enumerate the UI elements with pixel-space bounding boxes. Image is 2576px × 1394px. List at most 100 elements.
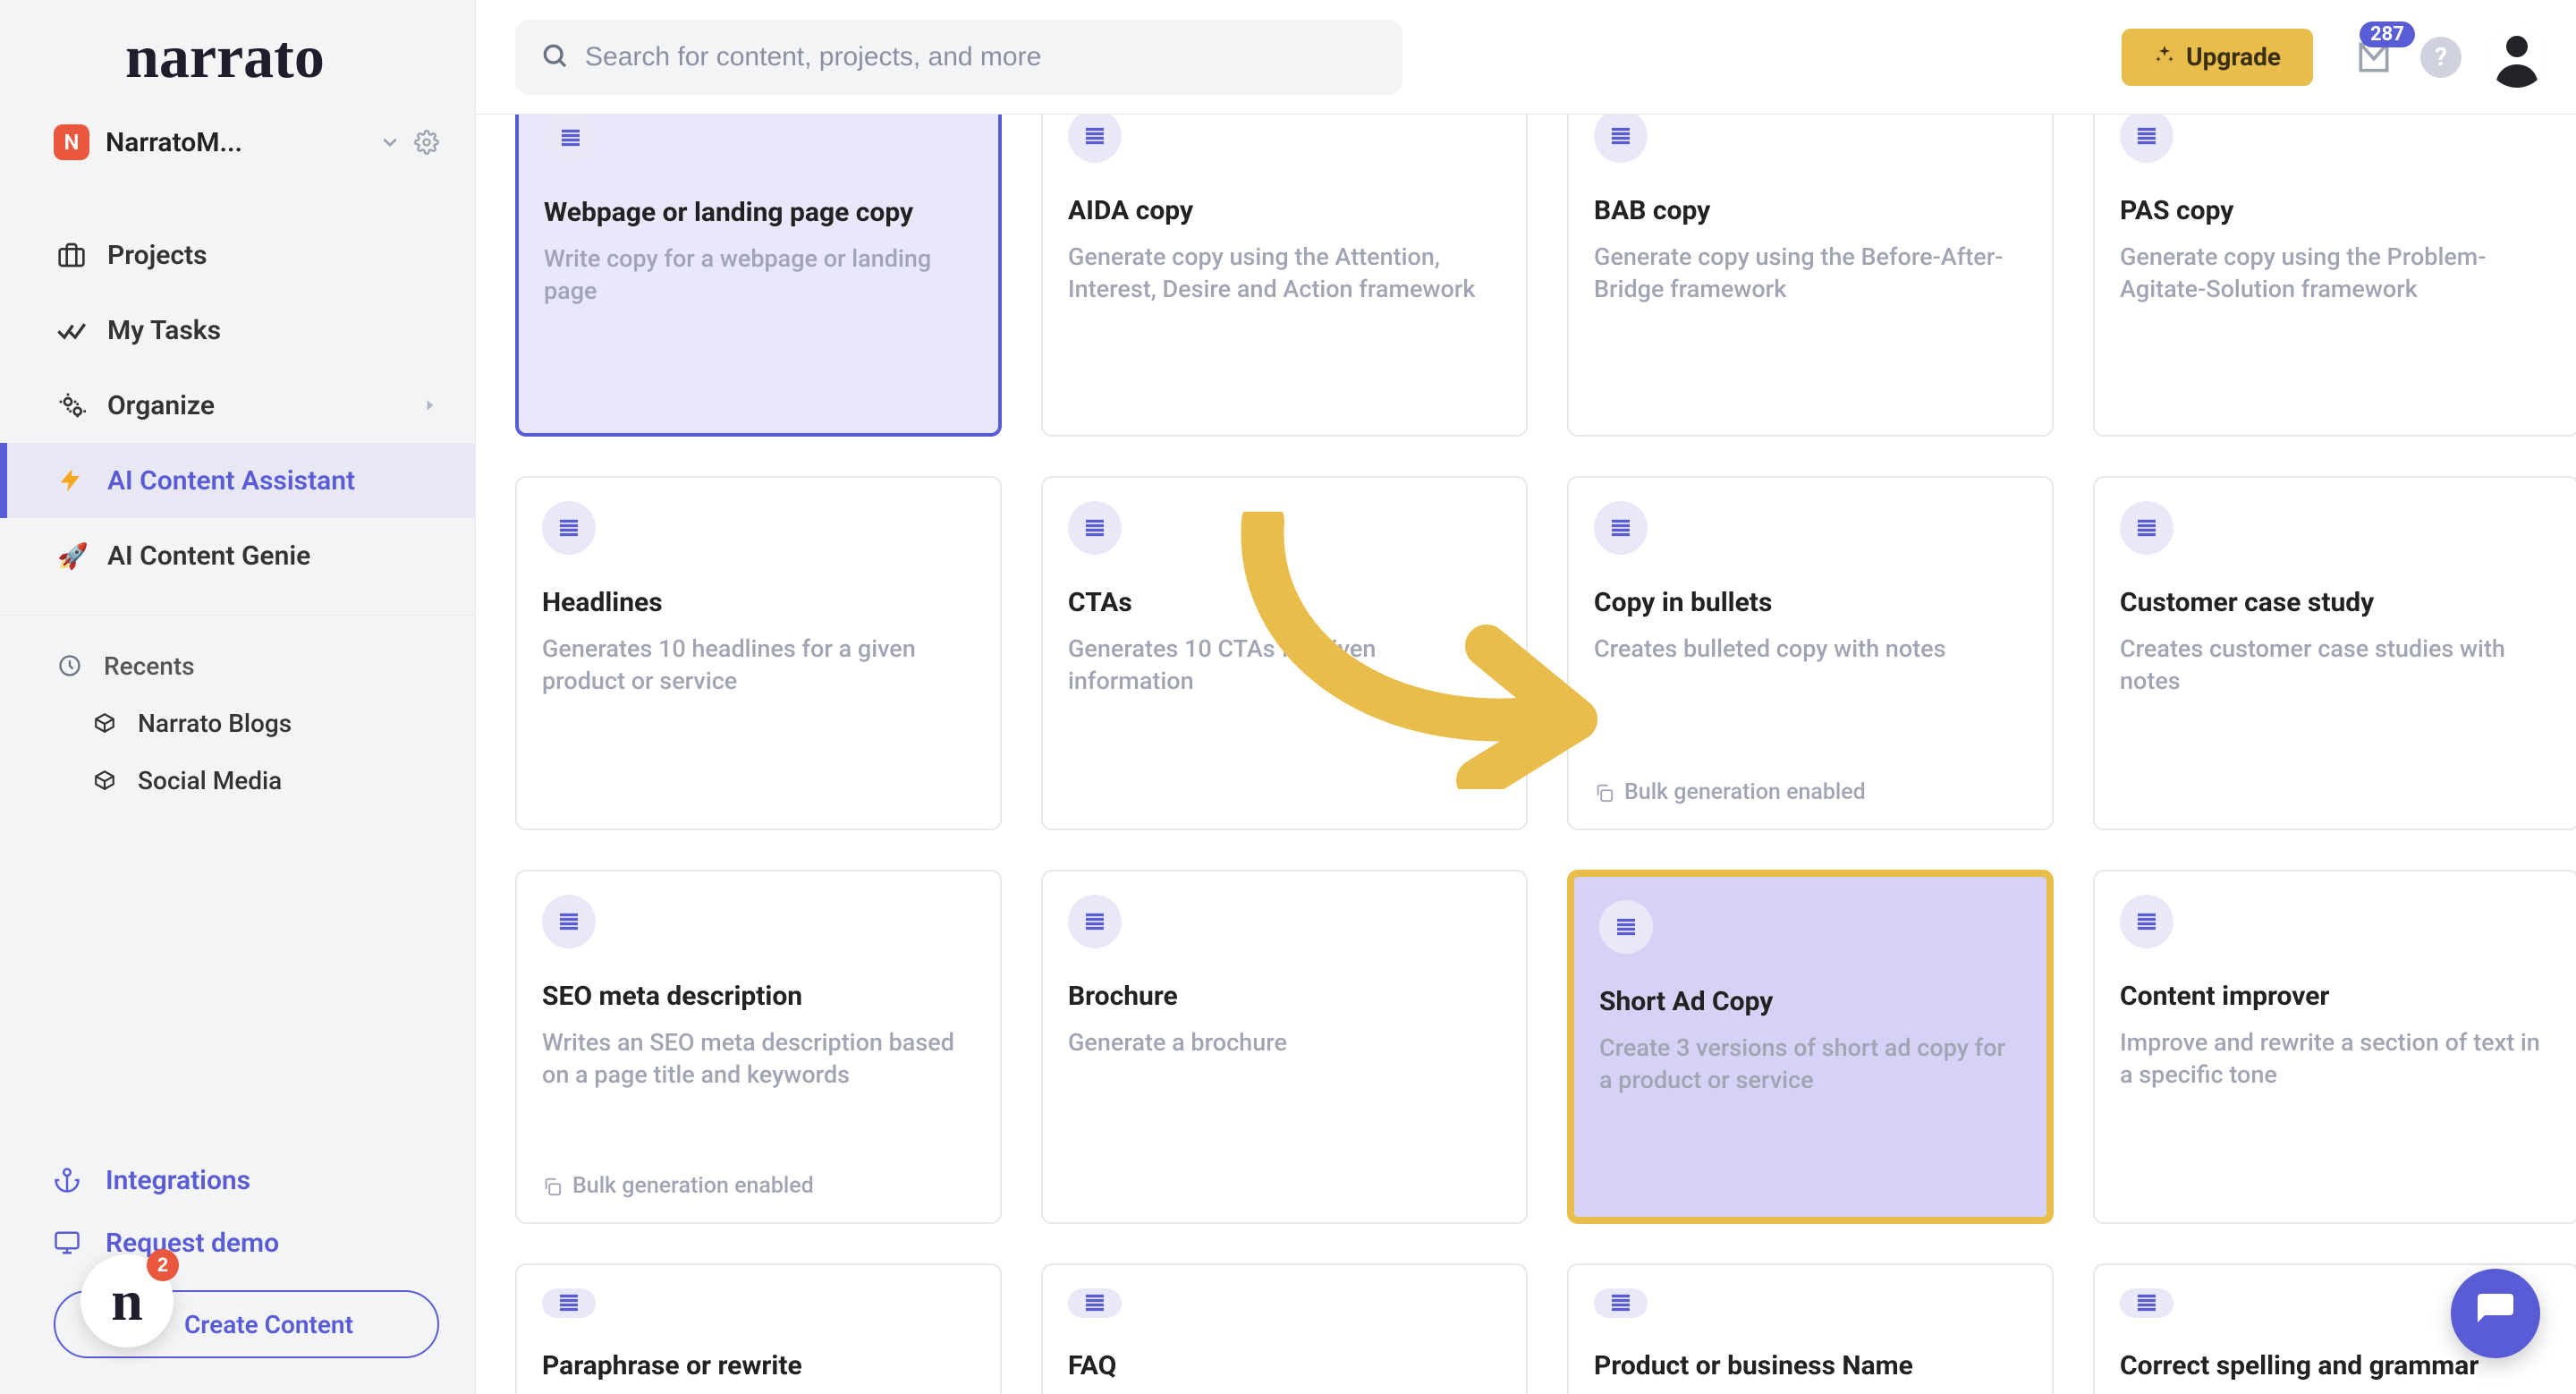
sidebar: narrato N NarratoM... Projects	[0, 0, 476, 1394]
inbox-count-badge: 287	[2360, 21, 2415, 47]
help-button[interactable]: ?	[2420, 37, 2462, 78]
chevron-down-icon[interactable]	[378, 131, 402, 154]
inbox-button[interactable]: 287	[2349, 32, 2399, 82]
workspace-badge: N	[54, 124, 89, 160]
cube-icon	[93, 711, 129, 735]
recents-header: Recents	[0, 637, 475, 694]
rocket-icon: 🚀	[57, 541, 97, 571]
sidebar-item-mytasks[interactable]: My Tasks	[0, 293, 475, 368]
document-icon	[1599, 900, 1653, 954]
chevron-right-icon	[421, 390, 439, 421]
document-icon	[1594, 501, 1648, 555]
briefcase-icon	[57, 241, 97, 269]
sidebar-item-organize[interactable]: Organize	[0, 368, 475, 443]
template-card[interactable]: Webpage or landing page copy Write copy f…	[515, 115, 1002, 437]
document-icon	[1594, 115, 1648, 163]
upgrade-button[interactable]: Upgrade	[2122, 29, 2313, 86]
clock-icon	[57, 653, 97, 678]
card-description: Generates 10 CTAs for given information	[1068, 633, 1501, 698]
monitor-icon	[54, 1229, 93, 1256]
brand-bubble[interactable]: n 2	[80, 1254, 174, 1347]
recent-item[interactable]: Narrato Blogs	[0, 694, 475, 752]
template-card[interactable]: Product or business NameGenerate 10 name…	[1567, 1263, 2054, 1394]
card-description: Generate a brochure	[1068, 1026, 1501, 1058]
card-title: Webpage or landing page copy	[544, 197, 973, 228]
sidebar-item-label: Organize	[107, 390, 215, 421]
card-title: Brochure	[1068, 981, 1501, 1012]
help-label: ?	[2435, 42, 2447, 72]
template-card[interactable]: Brochure Generate a brochure	[1041, 870, 1528, 1224]
brand-bubble-letter: n	[111, 1268, 143, 1334]
document-icon	[542, 1288, 596, 1318]
card-description: Create 3 versions of short ad copy for a…	[1599, 1032, 2021, 1097]
template-card[interactable]: AIDA copy Generate copy using the Attenti…	[1041, 115, 1528, 437]
sidebar-item-projects[interactable]: Projects	[0, 217, 475, 293]
recent-item[interactable]: Social Media	[0, 752, 475, 809]
template-card[interactable]: HeadlinesGenerates 10 headlines for a gi…	[515, 476, 1002, 830]
card-title: SEO meta description	[542, 981, 975, 1012]
recent-item-label: Social Media	[138, 766, 282, 795]
template-card[interactable]: Short Ad Copy Create 3 versions of short …	[1567, 870, 2054, 1224]
search-box[interactable]	[515, 20, 1402, 95]
card-title: Paraphrase or rewrite	[542, 1350, 975, 1381]
template-card[interactable]: CTAsGenerates 10 CTAs for given informat…	[1041, 476, 1528, 830]
card-title: Copy in bullets	[1594, 587, 2027, 618]
sidebar-item-label: Projects	[107, 240, 208, 271]
sidebar-item-label: AI Content Genie	[107, 540, 310, 572]
document-icon	[2120, 895, 2174, 948]
sparkle-icon	[2154, 42, 2175, 72]
avatar[interactable]	[2487, 27, 2547, 88]
card-description: Generate copy using the Problem-Agitate-…	[2120, 241, 2553, 306]
card-description: Writes an SEO meta description based on …	[542, 1026, 975, 1092]
card-title: Short Ad Copy	[1599, 986, 2021, 1017]
template-card[interactable]: Copy in bulletsCreates bulleted copy wit…	[1567, 476, 2054, 830]
sidebar-item-ai-genie[interactable]: 🚀 AI Content Genie	[0, 518, 475, 593]
template-card[interactable]: Content improver Improve and rewrite a se…	[2093, 870, 2576, 1224]
template-card[interactable]: FAQGenerates FAQs for a topic	[1041, 1263, 1528, 1394]
template-card[interactable]: Customer case studyCreates customer case…	[2093, 476, 2576, 830]
card-title: AIDA copy	[1068, 195, 1501, 226]
template-card[interactable]: BAB copyGenerate copy using the Before-A…	[1567, 115, 2054, 437]
workspace-name: NarratoM...	[106, 127, 378, 158]
chat-fab[interactable]	[2451, 1269, 2540, 1358]
card-description: Write copy for a webpage or landing page	[544, 242, 973, 308]
check-icon	[57, 316, 97, 344]
integrations-link[interactable]: Integrations	[54, 1149, 439, 1211]
document-icon	[1068, 115, 1122, 163]
document-icon	[1068, 1288, 1122, 1318]
search-icon	[540, 41, 569, 73]
link-label: Integrations	[106, 1165, 250, 1196]
document-icon	[542, 501, 596, 555]
template-grid: Webpage or landing page copy Write copy f…	[515, 115, 2537, 1394]
card-title: Content improver	[2120, 981, 2553, 1012]
sidebar-nav: Projects My Tasks Organize	[0, 182, 475, 593]
card-title: BAB copy	[1594, 195, 2027, 226]
document-icon	[1594, 1288, 1648, 1318]
search-input[interactable]	[585, 42, 1377, 72]
document-icon	[2120, 115, 2174, 163]
bulk-indicator: Bulk generation enabled	[1594, 779, 2027, 805]
card-description: Generate copy using the Attention, Inter…	[1068, 241, 1501, 306]
card-title: Product or business Name	[1594, 1350, 2027, 1381]
copy-icon	[1594, 783, 1614, 803]
document-icon	[1068, 501, 1122, 555]
gear-icon[interactable]	[414, 130, 439, 155]
gears-icon	[57, 391, 97, 420]
template-card[interactable]: SEO meta description Writes an SEO meta d…	[515, 870, 1002, 1224]
chat-icon	[2474, 1290, 2517, 1337]
copy-icon	[542, 1177, 562, 1196]
template-card[interactable]: PAS copyGenerate copy using the Problem-…	[2093, 115, 2576, 437]
card-description: Improve and rewrite a section of text in…	[2120, 1026, 2553, 1092]
notification-badge: 2	[147, 1249, 179, 1281]
document-icon	[2120, 501, 2174, 555]
card-description: Generates 10 headlines for a given produ…	[542, 633, 975, 698]
sidebar-item-ai-assistant[interactable]: AI Content Assistant	[0, 443, 475, 518]
upgrade-label: Upgrade	[2186, 42, 2281, 72]
recents-label: Recents	[104, 651, 195, 681]
workspace-switcher[interactable]: N NarratoM...	[0, 103, 475, 182]
card-title: FAQ	[1068, 1350, 1501, 1381]
document-icon	[544, 115, 597, 165]
divider	[0, 615, 475, 616]
template-card[interactable]: Paraphrase or rewriteParaphrase or rewri…	[515, 1263, 1002, 1394]
topbar: Upgrade 287 ?	[476, 0, 2576, 115]
